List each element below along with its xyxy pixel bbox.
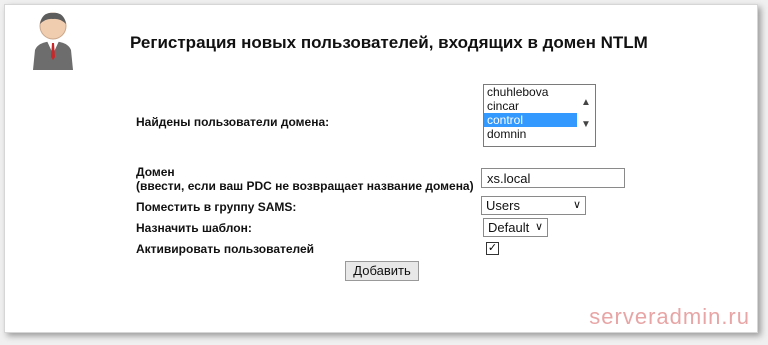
- page-title: Регистрация новых пользователей, входящи…: [130, 33, 648, 52]
- chevron-up-icon[interactable]: ▲: [581, 97, 591, 108]
- checkmark-icon: ✓: [487, 242, 498, 254]
- template-select-value: Default: [488, 220, 530, 235]
- template-label: Назначить шаблон:: [136, 221, 252, 235]
- list-item[interactable]: domnin: [484, 127, 577, 141]
- listbox-scrollbar[interactable]: ▲ ▼: [578, 85, 595, 146]
- template-select[interactable]: Default ∨: [483, 218, 548, 237]
- group-label: Поместить в группу SAMS:: [136, 200, 297, 214]
- chevron-down-icon: ∨: [534, 221, 543, 233]
- chevron-down-icon[interactable]: ▼: [581, 119, 591, 130]
- list-item[interactable]: control: [484, 113, 577, 127]
- watermark: serveradmin.ru: [589, 304, 750, 329]
- user-avatar-icon: [33, 12, 73, 70]
- group-select-value: Users: [486, 198, 520, 213]
- users-label: Найдены пользователи домена:: [136, 115, 330, 129]
- users-listbox[interactable]: chuhlebova cincar control domnin ▲ ▼: [483, 84, 596, 147]
- domain-hint-label: (ввести, если ваш PDC не возвращает назв…: [136, 179, 474, 193]
- add-button[interactable]: Добавить: [345, 261, 419, 281]
- list-item[interactable]: cincar: [484, 99, 577, 113]
- dialog-panel: [4, 4, 758, 333]
- chevron-down-icon: ∨: [572, 199, 581, 211]
- group-select[interactable]: Users ∨: [481, 196, 586, 215]
- domain-input[interactable]: xs.local: [481, 168, 625, 188]
- list-item[interactable]: chuhlebova: [484, 85, 577, 99]
- activate-checkbox[interactable]: ✓: [486, 242, 499, 255]
- domain-label: Домен: [136, 165, 175, 179]
- activate-label: Активировать пользователей: [136, 242, 315, 256]
